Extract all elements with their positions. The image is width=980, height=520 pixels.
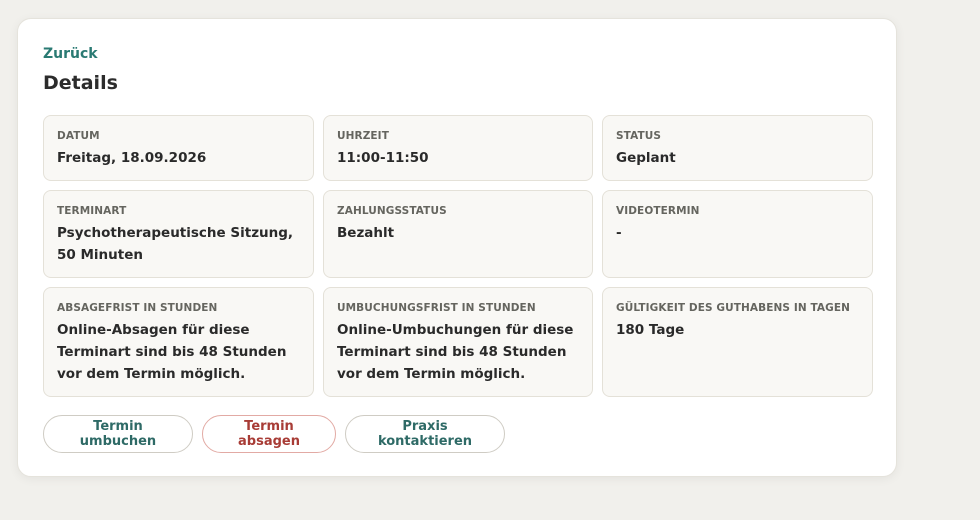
field-label: Status (616, 130, 662, 142)
field-credit-validity: Gültigkeit des Guthabens in Tagen 180 Ta… (602, 287, 873, 397)
appointment-details-card: Zurück Details Datum Freitag, 18.09.2026… (17, 18, 897, 477)
details-grid: Datum Freitag, 18.09.2026 Uhrzeit 11:00-… (43, 115, 873, 397)
field-cancellation-deadline: Absagefrist in Stunden Online-Absagen fü… (43, 287, 314, 397)
field-date: Datum Freitag, 18.09.2026 (43, 115, 314, 181)
back-link[interactable]: Zurück (43, 46, 98, 62)
field-time: Uhrzeit 11:00-11:50 (323, 115, 593, 181)
field-value: Geplant (616, 150, 676, 166)
field-label: Datum (57, 130, 100, 142)
field-label: Zahlungsstatus (337, 205, 447, 217)
field-label: Uhrzeit (337, 130, 389, 142)
field-value: Online-Umbuchungen für diese Terminart s… (337, 322, 574, 382)
field-value: 11:00-11:50 (337, 150, 429, 166)
field-label: Umbuchungsfrist in Stunden (337, 302, 536, 314)
field-value: Freitag, 18.09.2026 (57, 150, 207, 166)
field-value: Bezahlt (337, 225, 395, 241)
field-label: Gültigkeit des Guthabens in Tagen (616, 302, 851, 314)
field-appointment-type: Terminart Psychotherapeutische Sitzung, … (43, 190, 314, 278)
field-value: - (616, 225, 622, 241)
field-video-appointment: Videotermin - (602, 190, 873, 278)
action-bar: Termin umbuchen Termin absagen Praxis ko… (43, 415, 505, 453)
cancel-appointment-button[interactable]: Termin absagen (202, 415, 336, 453)
field-value: Psychotherapeutische Sitzung, 50 Minuten (57, 225, 294, 263)
field-rebooking-deadline: Umbuchungsfrist in Stunden Online-Umbuch… (323, 287, 593, 397)
contact-practice-button[interactable]: Praxis kontaktieren (345, 415, 505, 453)
field-label: Terminart (57, 205, 127, 217)
reschedule-button[interactable]: Termin umbuchen (43, 415, 193, 453)
field-value: 180 Tage (616, 322, 685, 338)
page-title: Details (43, 72, 118, 94)
field-payment-status: Zahlungsstatus Bezahlt (323, 190, 593, 278)
field-status: Status Geplant (602, 115, 873, 181)
field-label: Absagefrist in Stunden (57, 302, 218, 314)
field-label: Videotermin (616, 205, 700, 217)
field-value: Online-Absagen für diese Terminart sind … (57, 322, 287, 382)
